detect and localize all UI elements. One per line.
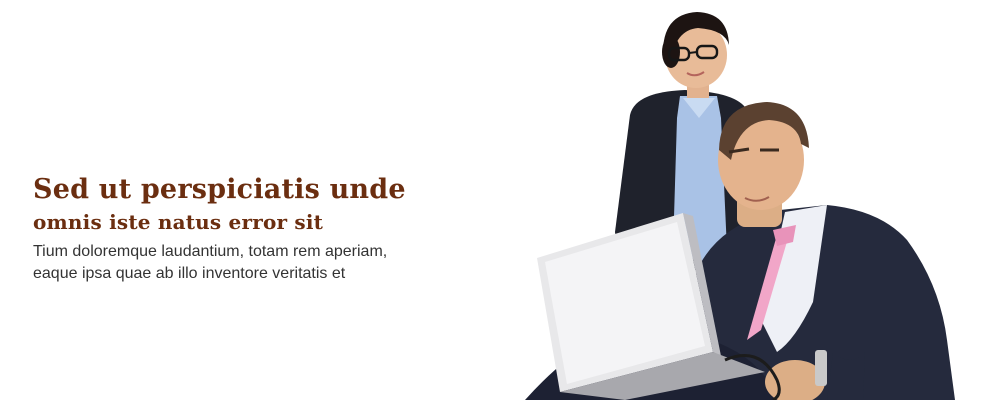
hero-body-line-2: eaque ipsa quae ab illo inventore verita… <box>33 265 346 282</box>
hero-headline: Sed ut perspiciatis unde <box>33 174 406 205</box>
hero-body-line-1: Tium doloremque laudantium, totam rem ap… <box>33 243 388 260</box>
hero-copy: Sed ut perspiciatis unde omnis iste natu… <box>33 172 473 285</box>
hero-subheadline: omnis iste natus error sit <box>33 210 324 234</box>
business-people-photo <box>525 12 955 400</box>
hero-body: Tium doloremque laudantium, totam rem ap… <box>33 241 473 285</box>
hero-banner: Sed ut perspiciatis unde omnis iste natu… <box>0 0 990 400</box>
